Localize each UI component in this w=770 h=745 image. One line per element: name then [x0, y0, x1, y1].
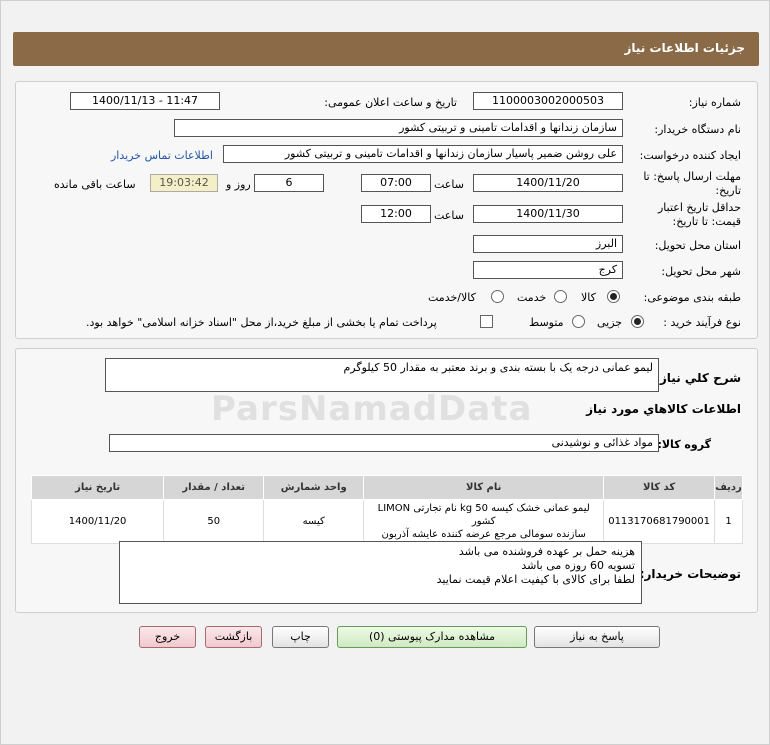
validity-hour-label: ساعت [434, 209, 464, 222]
reply-button[interactable]: پاسخ به نیاز [534, 626, 660, 648]
city-label: شهر محل تحویل: [661, 265, 741, 278]
category-goods-radio[interactable] [607, 290, 620, 303]
process-medium-label: متوسط [529, 316, 564, 329]
validity-time-field: 12:00 [361, 205, 431, 223]
items-table: ردیف کد کالا نام کالا واحد شمارش تعداد /… [30, 475, 743, 544]
row-name-line1: لیمو عمانی خشک کیسه 50 kg نام تجارتی LIM… [377, 503, 590, 527]
category-goods-service-radio[interactable] [491, 290, 504, 303]
category-label: طبقه بندی موضوعی: [643, 291, 741, 304]
need-number-field: 1100003002000503 [473, 92, 623, 110]
row-code: 0113170681790001 [603, 499, 715, 544]
page-title: جزئیات اطلاعات نیاز [13, 32, 759, 66]
process-small-label: جزیی [597, 316, 623, 329]
attachments-button[interactable]: مشاهده مدارک پیوستی (0) [337, 626, 527, 648]
goods-group-label: گروه کالا: [657, 438, 711, 451]
deadline-time-field: 07:00 [361, 174, 431, 192]
province-label: استان محل تحویل: [654, 239, 741, 252]
exit-button[interactable]: خروج [139, 626, 196, 648]
days-label: روز و [226, 178, 251, 191]
buyer-notes-label: توضیحات خریدار: [639, 567, 741, 581]
summary-field: لیمو عمانی درجه یک با بسته بندی و برند م… [105, 358, 659, 392]
category-goods-service-label: کالا/خدمت [428, 291, 476, 304]
buyer-notes-line3: لطفا برای کالای با کیفیت اعلام قیمت نمای… [436, 573, 635, 586]
validity-label-line1: حداقل تاریخ اعتبار [657, 201, 741, 214]
table-row: 1 0113170681790001 لیمو عمانی خشک کیسه 5… [30, 499, 743, 544]
col-code: کد کالا [603, 475, 715, 500]
validity-date-field: 1400/11/30 [473, 205, 623, 223]
buyer-org-label: نام دستگاه خریدار: [654, 123, 741, 136]
category-service-radio[interactable] [554, 290, 567, 303]
need-number-label: شماره نیاز: [688, 96, 741, 109]
buyer-contact-link[interactable]: اطلاعات تماس خریدار [111, 149, 213, 162]
process-small-radio[interactable] [631, 315, 644, 328]
category-service-label: خدمت [517, 291, 547, 304]
print-button[interactable]: چاپ [272, 626, 329, 648]
deadline-label-line1: مهلت ارسال پاسخ: تا [643, 170, 741, 183]
items-table-header: ردیف کد کالا نام کالا واحد شمارش تعداد /… [30, 475, 743, 500]
buyer-org-field: سازمان زندانها و اقدامات تامینی و تربیتی… [174, 119, 623, 137]
page-frame: جزئیات اطلاعات نیاز شماره نیاز: 11000030… [0, 0, 770, 745]
buyer-notes-field: هزینه حمل بر عهده فروشنده می باشد تسویه … [119, 541, 642, 604]
deadline-date-field: 1400/11/20 [473, 174, 623, 192]
col-unit: واحد شمارش [263, 475, 365, 500]
col-name: نام کالا [363, 475, 605, 500]
process-type-label: نوع فرآیند خرید : [663, 316, 741, 329]
row-qty: 50 [163, 499, 265, 544]
back-button[interactable]: بازگشت [205, 626, 262, 648]
announce-date-label: تاریخ و ساعت اعلان عمومی: [324, 96, 457, 109]
creator-label: ایجاد کننده درخواست: [639, 149, 741, 162]
row-name-line2: سازنده سومالی مرجع عرضه کننده عایشه آذرب… [381, 529, 586, 540]
deadline-label-line2: تاریخ: [715, 184, 741, 197]
validity-label-line2: قیمت: تا تاریخ: [672, 215, 741, 228]
treasury-payment-checkbox[interactable] [480, 315, 493, 328]
remaining-time-field: 19:03:42 [150, 174, 218, 192]
city-field: کرج [473, 261, 623, 279]
announce-date-field: 1400/11/13 - 11:47 [70, 92, 220, 110]
col-qty: تعداد / مقدار [163, 475, 265, 500]
creator-field: علی روشن ضمیر پاسیار سازمان زندانها و اق… [223, 145, 623, 163]
buyer-notes-line2: تسویه 60 روزه می باشد [521, 559, 635, 572]
row-name: لیمو عمانی خشک کیسه 50 kg نام تجارتی LIM… [363, 499, 605, 544]
row-index: 1 [714, 499, 743, 544]
col-index: ردیف [714, 475, 743, 500]
col-date: تاریخ نیاز [30, 475, 165, 500]
province-field: البرز [473, 235, 623, 253]
buyer-notes-line1: هزینه حمل بر عهده فروشنده می باشد [458, 545, 635, 558]
summary-label: شرح کلي نياز: [655, 371, 741, 385]
category-goods-label: کالا [581, 291, 596, 304]
remaining-time-label: ساعت باقی مانده [54, 178, 136, 191]
goods-group-field: مواد غذائی و نوشیدنی [109, 434, 659, 452]
items-section-title: اطلاعات کالاهاي مورد نياز [586, 402, 741, 416]
row-date: 1400/11/20 [30, 499, 165, 544]
row-unit: کیسه [263, 499, 365, 544]
process-medium-radio[interactable] [572, 315, 585, 328]
days-remaining-field: 6 [254, 174, 324, 192]
treasury-payment-note: پرداخت تمام یا بخشی از مبلغ خرید،از محل … [86, 316, 437, 329]
deadline-hour-label: ساعت [434, 178, 464, 191]
